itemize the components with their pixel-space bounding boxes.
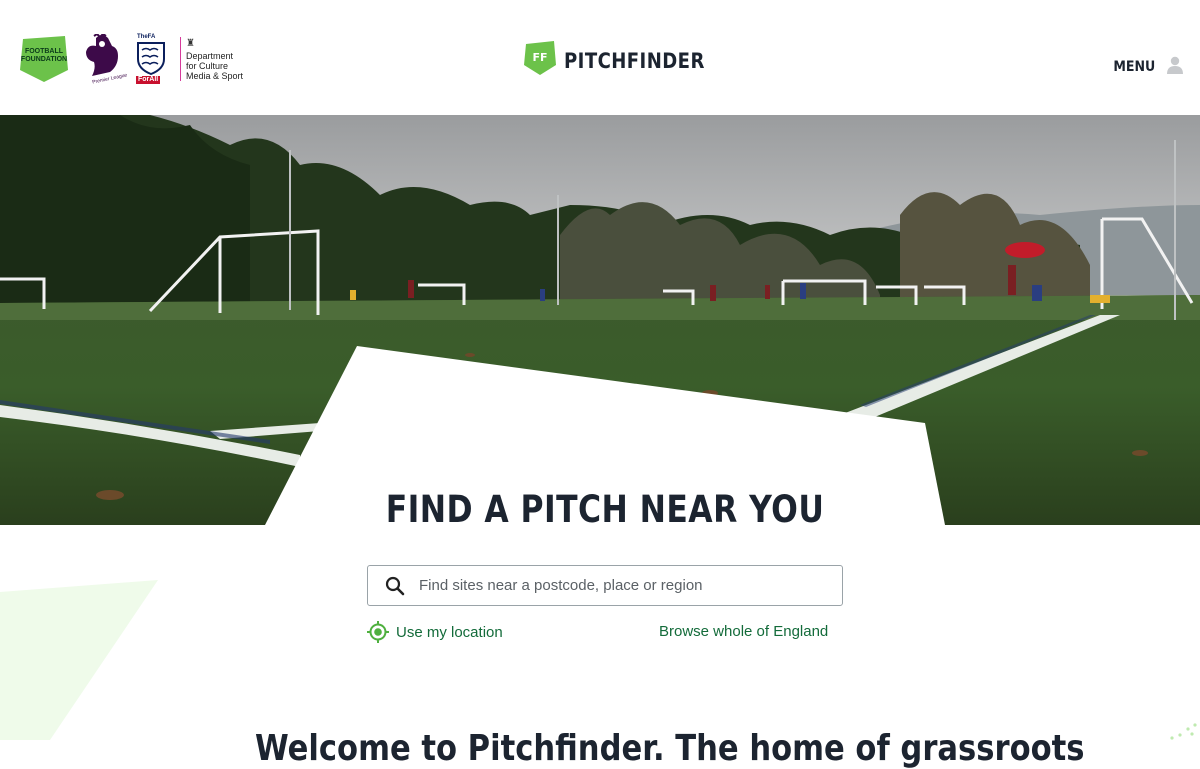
the-fa-logo[interactable]: TheFA ForAll [136, 34, 166, 84]
page-title: FIND A PITCH NEAR YOU [385, 488, 825, 531]
search-box[interactable] [367, 565, 843, 606]
partner-logos: FOOTBALL FOUNDATION Premier League TheFA… [20, 32, 243, 86]
search-icon [385, 576, 405, 595]
welcome-heading: Welcome to Pitchfinder. The home of gras… [255, 728, 1085, 769]
decorative-dots [1170, 723, 1197, 740]
brand-name: PITCHFINDER [564, 49, 705, 73]
user-icon [1167, 56, 1183, 74]
use-my-location-link[interactable]: Use my location [367, 621, 503, 643]
menu-button[interactable]: MENU [1111, 55, 1183, 75]
use-my-location-label: Use my location [396, 623, 503, 641]
browse-england-link[interactable]: Browse whole of England [659, 623, 828, 640]
search-input[interactable] [419, 577, 842, 594]
menu-label: MENU [1113, 59, 1156, 75]
dcms-logo[interactable]: ♜ Department for Culture Media & Sport [180, 37, 243, 81]
pitchfinder-shield-icon: FF [524, 41, 556, 75]
site-header: FOOTBALL FOUNDATION Premier League TheFA… [0, 0, 1200, 115]
hero-image [0, 115, 1200, 525]
brand-monogram: FF [532, 51, 547, 64]
premier-league-logo[interactable]: Premier League [82, 32, 128, 86]
decorative-shape [0, 580, 158, 740]
football-foundation-logo[interactable]: FOOTBALL FOUNDATION [20, 36, 68, 82]
pitchfinder-logo[interactable]: FF PITCHFINDER [524, 41, 728, 75]
dcms-divider [180, 37, 181, 81]
location-target-icon [367, 621, 389, 643]
royal-crest-icon: ♜ [186, 38, 195, 49]
